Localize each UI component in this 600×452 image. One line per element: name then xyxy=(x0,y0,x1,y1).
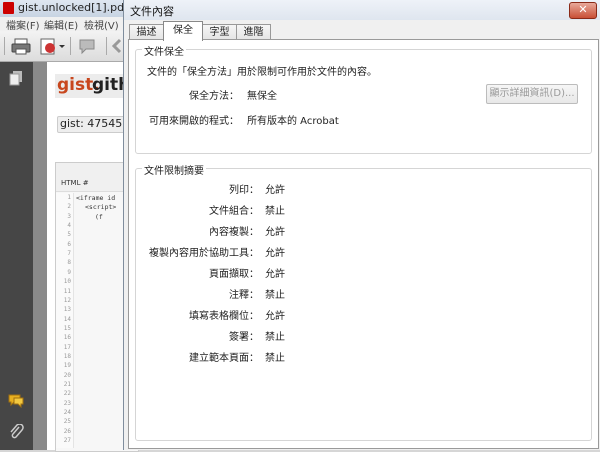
line-number: 14 xyxy=(63,315,71,323)
line-number: 20 xyxy=(63,371,71,379)
restriction-value: 允許 xyxy=(265,248,285,259)
arrow-icon xyxy=(111,38,122,54)
acrobat-window: gist.unlocked[1].pdf - Ad 檔案(F) 編輯(E) 檢視… xyxy=(0,0,600,452)
line-number: 24 xyxy=(63,409,71,417)
compatibility-label: 可用來開啟的程式： xyxy=(149,116,239,127)
line-number: 18 xyxy=(63,352,71,360)
line-number: 25 xyxy=(63,418,71,426)
create-pdf-icon xyxy=(40,38,65,55)
line-number: 10 xyxy=(63,278,71,286)
dialog-titlebar: 文件內容 ✕ xyxy=(124,0,600,20)
tab-strip: 描述 保全 字型 進階 xyxy=(124,20,600,41)
line-number: 6 xyxy=(67,240,71,248)
code-language: HTML # xyxy=(61,179,89,187)
nav-button[interactable] xyxy=(110,36,122,56)
toolbar-separator xyxy=(70,37,71,55)
comments-icon[interactable] xyxy=(8,392,24,408)
code-line: <script> xyxy=(85,203,117,212)
toolbar-separator xyxy=(4,37,5,55)
restriction-value: 允許 xyxy=(265,227,285,238)
security-method-label: 保全方法： xyxy=(189,91,239,102)
printer-icon xyxy=(11,38,31,55)
menu-view[interactable]: 檢視(V) xyxy=(84,17,119,32)
create-pdf-button[interactable] xyxy=(38,36,66,56)
line-number: 2 xyxy=(67,203,71,211)
print-button[interactable] xyxy=(10,36,32,56)
restriction-label: 填寫表格欄位： xyxy=(189,311,259,322)
line-number: 7 xyxy=(67,250,71,258)
code-line: (f xyxy=(95,212,103,221)
gist-id: gist: 47545 xyxy=(57,116,131,133)
compatibility-value: 所有版本的 Acrobat xyxy=(247,116,339,127)
line-number: 3 xyxy=(67,212,71,220)
close-button[interactable]: ✕ xyxy=(569,2,597,19)
line-number: 21 xyxy=(63,381,71,388)
security-description: 文件的「保全方法」用於限制可作用於文件的內容。 xyxy=(147,67,377,78)
line-number-gutter: 1 2 3 4 5 6 7 8 9 10 11 12 13 14 15 16 17 18 19 20 21 22 23 24 2… xyxy=(56,193,74,448)
line-number: 27 xyxy=(63,437,71,445)
tab-advanced[interactable]: 進階 xyxy=(236,24,271,40)
restriction-value: 禁止 xyxy=(265,290,285,301)
line-number: 4 xyxy=(67,222,71,230)
restriction-value: 允許 xyxy=(265,269,285,280)
show-details-button[interactable]: 顯示詳細資訊(D)... xyxy=(486,84,578,104)
attachment-icon[interactable] xyxy=(8,424,24,440)
code-line: <iframe id xyxy=(76,194,116,202)
tab-fonts[interactable]: 字型 xyxy=(202,24,237,40)
speech-bubble-icon xyxy=(79,39,95,55)
line-number: 5 xyxy=(67,231,71,239)
line-number: 26 xyxy=(63,427,71,435)
restriction-value: 禁止 xyxy=(265,353,285,364)
restrictions-summary-legend: 文件限制摘要 xyxy=(142,162,206,177)
line-number: 9 xyxy=(67,268,71,276)
line-number: 16 xyxy=(63,334,71,342)
restriction-label: 列印： xyxy=(229,185,259,196)
navigation-pane xyxy=(0,62,33,450)
toolbar-separator xyxy=(106,37,107,55)
pages-icon[interactable] xyxy=(8,70,24,86)
line-number: 13 xyxy=(63,306,71,314)
restriction-label: 建立範本頁面： xyxy=(189,353,259,364)
restriction-label: 內容複製： xyxy=(209,227,259,238)
line-number: 23 xyxy=(63,399,71,407)
security-tab-panel: 文件保全 文件的「保全方法」用於限制可作用於文件的內容。 保全方法： 無保全 顯… xyxy=(128,39,599,449)
restriction-value: 禁止 xyxy=(265,332,285,343)
restriction-label: 簽署： xyxy=(229,332,259,343)
restriction-label: 複製內容用於協助工具： xyxy=(149,248,259,259)
document-properties-dialog: 文件內容 ✕ 描述 保全 字型 進階 文件保全 文件的「保全方法」用於限制可作用… xyxy=(123,0,600,450)
line-number: 11 xyxy=(63,287,71,295)
restriction-label: 注釋： xyxy=(229,290,259,301)
tab-description[interactable]: 描述 xyxy=(129,24,164,40)
restriction-label: 頁面擷取： xyxy=(209,269,259,280)
document-view[interactable]: gist. githu gist: 47545 HTML # 123456789… xyxy=(33,62,142,452)
line-number: 1 xyxy=(67,194,71,201)
close-icon: ✕ xyxy=(578,3,588,16)
menu-file[interactable]: 檔案(F) xyxy=(6,17,40,32)
pdf-app-icon xyxy=(3,2,14,14)
line-number: 22 xyxy=(63,390,71,398)
comment-button[interactable] xyxy=(76,36,100,56)
line-number: 15 xyxy=(63,324,71,332)
tab-security[interactable]: 保全 xyxy=(163,21,203,41)
dialog-title: 文件內容 xyxy=(130,5,174,18)
line-number: 12 xyxy=(63,296,71,304)
line-number: 17 xyxy=(63,343,71,351)
restriction-label: 文件組合： xyxy=(209,206,259,217)
restriction-value: 允許 xyxy=(265,311,285,322)
document-security-legend: 文件保全 xyxy=(142,43,186,58)
line-number: 19 xyxy=(63,362,71,370)
menu-edit[interactable]: 編輯(E) xyxy=(44,17,78,32)
security-method-value: 無保全 xyxy=(247,91,277,102)
restriction-value: 禁止 xyxy=(265,206,285,217)
restriction-value: 允許 xyxy=(265,185,285,196)
line-number: 8 xyxy=(67,259,71,267)
